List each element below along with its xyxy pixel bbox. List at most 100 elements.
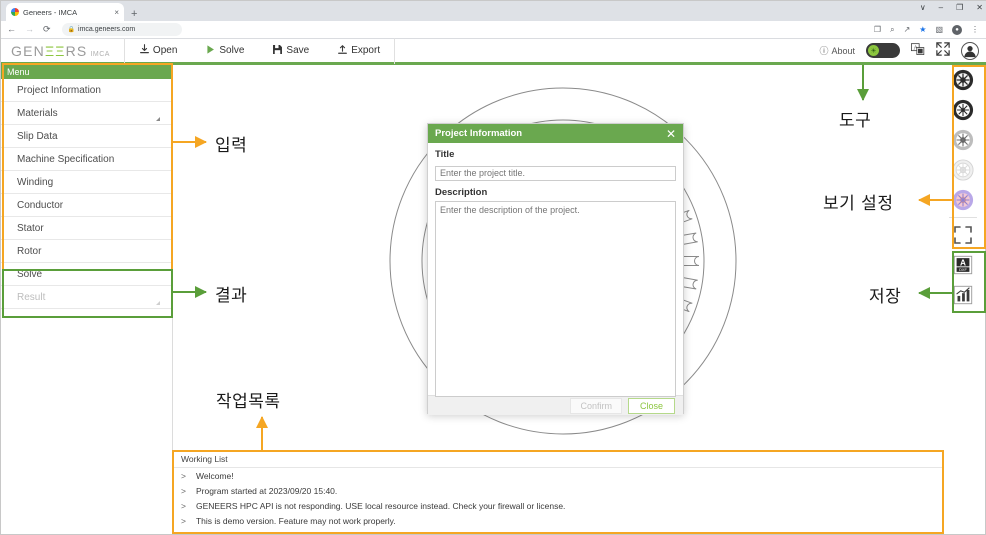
close-icon[interactable]: ✕ [666,128,676,140]
about-button-label: About [831,45,855,56]
sidepanel-icon[interactable]: ▧ [935,25,943,34]
cast-icon[interactable]: ❐ [874,25,881,34]
working-list-row: > Welcome! [173,468,943,483]
sidebar-header: Menu [1,65,172,79]
language-icon[interactable]: A [911,42,925,59]
sidebar-item-solve[interactable]: Solve [1,263,172,286]
about-button[interactable]: ⓘ About [819,44,855,57]
sidebar-item-slip-data[interactable]: Slip Data [1,125,172,148]
chevron-down-icon[interactable]: ∨ [920,4,926,12]
close-icon[interactable]: × [114,8,119,17]
sidebar-item-winding[interactable]: Winding [1,171,172,194]
working-list-message: This is demo version. Feature may not wo… [195,515,396,526]
sidebar-item-conductor[interactable]: Conductor [1,194,172,217]
kebab-menu-icon[interactable]: ⋮ [971,25,979,34]
chrome-logo-icon [11,8,19,16]
annotation-tools-label: 도구 [839,111,872,131]
sidebar-item-machine-specification[interactable]: Machine Specification [1,148,172,171]
export-dxf-icon[interactable]: A DXF [949,251,977,279]
working-list-message: GENEERS HPC API is not responding. USE l… [195,500,566,511]
window-close-icon[interactable]: ✕ [976,4,983,12]
sidebar-item-label: Winding [17,176,54,188]
title-field-label: Title [435,149,455,160]
close-button[interactable]: Close [627,397,675,414]
view-flux-color-icon[interactable] [949,186,977,214]
annotation-save-label: 저장 [869,287,902,307]
export-chart-icon[interactable] [949,281,977,309]
new-tab-button[interactable]: + [131,9,137,20]
open-button-label: Open [152,45,178,56]
upload-icon [337,44,348,58]
sidebar-item-materials[interactable]: Materials [1,102,172,125]
logo-part-2: ΞΞ [44,42,66,59]
lock-icon: 🔒 [67,27,76,33]
solve-button[interactable]: Solve [191,38,258,64]
logo-subtitle: IMCA [90,50,110,58]
save-button[interactable]: Save [258,38,323,64]
avatar[interactable] [961,41,979,60]
fit-to-screen-icon[interactable] [949,221,977,249]
export-button[interactable]: Export [323,38,394,64]
sidebar-item-label: Project Information [17,84,101,96]
logo-part-3: RS [65,42,88,59]
export-button-label: Export [351,45,381,56]
view-stator-rotor-icon[interactable] [949,96,977,124]
expand-caret-icon [156,117,160,121]
annotation-view-settings-label: 보기 설정 [823,194,894,214]
application-window: Geneers - IMCA × + ∨ – ❐ ✕ ← → ⟳ 🔒 imca.… [0,0,986,535]
view-stator-icon[interactable] [949,126,977,154]
annotation-result-label: 결과 [215,286,248,306]
confirm-button[interactable]: Confirm [570,397,622,414]
title-input[interactable] [435,165,676,181]
sidebar-item-label: Stator [17,222,44,234]
annotation-input-label: 입력 [215,136,248,156]
theme-toggle[interactable]: ☀ [866,43,900,58]
app-header: GEN ΞΞ RS IMCA Open Solve Save Export ⓘ … [1,37,986,65]
sidebar-item-rotor[interactable]: Rotor [1,240,172,263]
browser-action-icons: ❐ ⌕ ↗ ★ ▧ ● ⋮ [874,24,981,35]
share-icon[interactable]: ↗ [904,25,911,34]
solve-button-label: Solve [219,45,245,56]
working-list-message: Program started at 2023/09/20 15:40. [195,485,338,496]
download-icon [139,43,150,58]
reload-icon[interactable]: ⟳ [43,25,51,34]
sidebar-item-project-information[interactable]: Project Information [1,79,172,102]
sidebar-item-label: Solve [17,268,43,280]
bookmark-star-icon[interactable]: ★ [919,25,926,34]
rail-divider [949,217,977,218]
sidebar-item-label: Machine Specification [17,153,115,165]
address-bar[interactable]: 🔒 imca.geneers.com [61,23,182,36]
sidebar-item-label: Rotor [17,245,42,257]
sidebar-item-stator[interactable]: Stator [1,217,172,240]
dialog-body: Title Description [428,143,683,397]
bullet-icon: > [181,485,186,496]
tab-title: Geneers - IMCA [23,7,78,17]
sidebar-item-label: Result [17,291,46,303]
logo-part-1: GEN [11,42,45,59]
open-button[interactable]: Open [125,38,191,64]
fullscreen-icon[interactable] [936,42,950,59]
description-field-label: Description [435,187,488,198]
working-list-message: Welcome! [195,470,234,481]
address-bar-url: imca.geneers.com [78,26,136,33]
forward-icon[interactable]: → [25,25,34,34]
sidebar-item-label: Materials [17,107,58,119]
profile-icon[interactable]: ● [952,24,962,35]
sidebar-item-label: Slip Data [17,130,58,142]
view-outline-icon[interactable] [949,156,977,184]
play-icon [205,44,216,58]
sidebar-item-label: Conductor [17,199,64,211]
minimize-icon[interactable]: – [939,4,943,12]
svg-text:DXF: DXF [959,268,967,272]
expand-caret-icon [156,301,160,305]
description-input[interactable] [435,201,676,397]
back-icon[interactable]: ← [7,25,16,34]
app-logo: GEN ΞΞ RS IMCA [1,43,110,59]
sidebar-item-result[interactable]: Result [1,286,172,309]
zoom-icon[interactable]: ⌕ [890,25,894,34]
view-full-machine-icon[interactable] [949,66,977,94]
bullet-icon: > [181,500,186,511]
sidebar: Menu Project Information Materials Slip … [1,65,173,533]
maximize-icon[interactable]: ❐ [956,4,963,12]
browser-tab[interactable]: Geneers - IMCA × [6,3,124,21]
